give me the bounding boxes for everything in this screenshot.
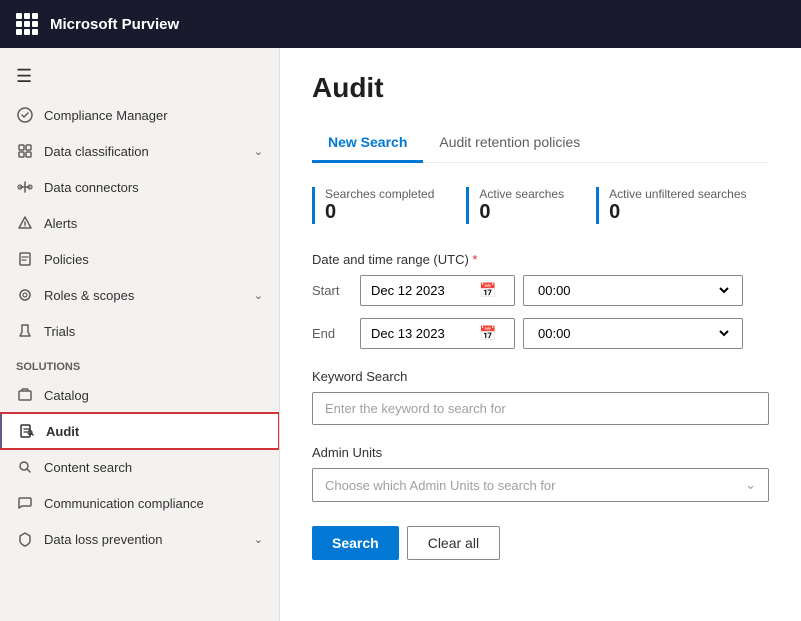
clear-all-button[interactable]: Clear all (407, 526, 500, 560)
main-layout: ☰ Compliance Manager Data classification… (0, 48, 801, 621)
sidebar-label-trials: Trials (44, 324, 263, 339)
chevron-down-icon-2: ⌄ (254, 289, 263, 302)
start-calendar-icon[interactable]: 📅 (479, 282, 496, 299)
end-time-wrapper[interactable]: 00:00 01:00 12:00 23:00 (523, 318, 743, 349)
data-loss-prevention-icon (16, 530, 34, 548)
sidebar: ☰ Compliance Manager Data classification… (0, 48, 280, 621)
date-time-section: Date and time range (UTC) * Start 📅 00:0… (312, 252, 769, 349)
chevron-down-icon: ⌄ (254, 145, 263, 158)
end-time-select[interactable]: 00:00 01:00 12:00 23:00 (534, 325, 732, 342)
end-date-row: End 📅 00:00 01:00 12:00 23:00 (312, 318, 769, 349)
admin-units-placeholder: Choose which Admin Units to search for (325, 478, 556, 493)
apps-grid-icon[interactable] (16, 13, 38, 35)
sidebar-item-catalog[interactable]: Catalog (0, 377, 279, 413)
policies-icon (16, 250, 34, 268)
sidebar-label-communication-compliance: Communication compliance (44, 496, 263, 511)
sidebar-item-audit[interactable]: Audit (0, 413, 279, 449)
stat-active-unfiltered: Active unfiltered searches 0 (596, 187, 746, 224)
admin-units-section: Admin Units Choose which Admin Units to … (312, 445, 769, 502)
date-time-label: Date and time range (UTC) * (312, 252, 769, 267)
search-button[interactable]: Search (312, 526, 399, 560)
sidebar-label-policies: Policies (44, 252, 263, 267)
keyword-input[interactable] (312, 392, 769, 425)
sidebar-label-roles-scopes: Roles & scopes (44, 288, 244, 303)
sidebar-item-policies[interactable]: Policies (0, 241, 279, 277)
stat-active-searches: Active searches 0 (466, 187, 564, 224)
stat-searches-completed: Searches completed 0 (312, 187, 434, 224)
content-search-icon (16, 458, 34, 476)
audit-icon (18, 422, 36, 440)
sidebar-item-alerts[interactable]: Alerts (0, 205, 279, 241)
trials-icon (16, 322, 34, 340)
admin-units-dropdown[interactable]: Choose which Admin Units to search for ⌄ (312, 468, 769, 502)
start-date-input-wrapper[interactable]: 📅 (360, 275, 515, 306)
communication-compliance-icon (16, 494, 34, 512)
end-calendar-icon[interactable]: 📅 (479, 325, 496, 342)
tab-new-search[interactable]: New Search (312, 124, 423, 163)
content-area: Audit New Search Audit retention policie… (280, 48, 801, 621)
sidebar-item-data-classification[interactable]: Data classification ⌄ (0, 133, 279, 169)
keyword-section: Keyword Search (312, 369, 769, 425)
sidebar-label-data-classification: Data classification (44, 144, 244, 159)
sidebar-item-data-connectors[interactable]: Data connectors (0, 169, 279, 205)
sidebar-item-trials[interactable]: Trials (0, 313, 279, 349)
end-label: End (312, 326, 352, 341)
admin-units-label: Admin Units (312, 445, 769, 460)
compliance-manager-icon (16, 106, 34, 124)
sidebar-label-data-loss-prevention: Data loss prevention (44, 532, 244, 547)
start-label: Start (312, 283, 352, 298)
end-date-input[interactable] (371, 326, 471, 341)
start-time-wrapper[interactable]: 00:00 01:00 12:00 23:00 (523, 275, 743, 306)
sidebar-label-content-search: Content search (44, 460, 263, 475)
tabs: New Search Audit retention policies (312, 124, 769, 163)
tab-audit-retention[interactable]: Audit retention policies (423, 124, 596, 163)
sidebar-label-data-connectors: Data connectors (44, 180, 263, 195)
stat-searches-completed-value: 0 (325, 201, 434, 224)
sidebar-item-compliance-manager[interactable]: Compliance Manager (0, 97, 279, 133)
stats-row: Searches completed 0 Active searches 0 A… (312, 187, 769, 224)
sidebar-item-roles-scopes[interactable]: Roles & scopes ⌄ (0, 277, 279, 313)
catalog-icon (16, 386, 34, 404)
sidebar-label-alerts: Alerts (44, 216, 263, 231)
page-title: Audit (312, 72, 769, 104)
stat-active-unfiltered-value: 0 (609, 201, 746, 224)
topbar: Microsoft Purview (0, 0, 801, 48)
sidebar-label-audit: Audit (46, 424, 263, 439)
sidebar-item-content-search[interactable]: Content search (0, 449, 279, 485)
app-title: Microsoft Purview (50, 16, 179, 33)
hamburger-button[interactable]: ☰ (0, 56, 279, 97)
data-classification-icon (16, 142, 34, 160)
sidebar-label-catalog: Catalog (44, 388, 263, 403)
stat-active-unfiltered-label: Active unfiltered searches (609, 187, 746, 201)
roles-scopes-icon (16, 286, 34, 304)
keyword-label: Keyword Search (312, 369, 769, 384)
solutions-section-label: Solutions (0, 349, 279, 377)
end-date-input-wrapper[interactable]: 📅 (360, 318, 515, 349)
stat-active-searches-value: 0 (479, 201, 564, 224)
admin-units-chevron-icon: ⌄ (745, 477, 756, 493)
stat-searches-completed-label: Searches completed (325, 187, 434, 201)
start-time-select[interactable]: 00:00 01:00 12:00 23:00 (534, 282, 732, 299)
alerts-icon (16, 214, 34, 232)
data-connectors-icon (16, 178, 34, 196)
chevron-down-icon-3: ⌄ (254, 533, 263, 546)
sidebar-label-compliance-manager: Compliance Manager (44, 108, 263, 123)
start-date-input[interactable] (371, 283, 471, 298)
stat-active-searches-label: Active searches (479, 187, 564, 201)
sidebar-item-communication-compliance[interactable]: Communication compliance (0, 485, 279, 521)
start-date-row: Start 📅 00:00 01:00 12:00 23:00 (312, 275, 769, 306)
button-row: Search Clear all (312, 526, 769, 560)
sidebar-item-data-loss-prevention[interactable]: Data loss prevention ⌄ (0, 521, 279, 557)
